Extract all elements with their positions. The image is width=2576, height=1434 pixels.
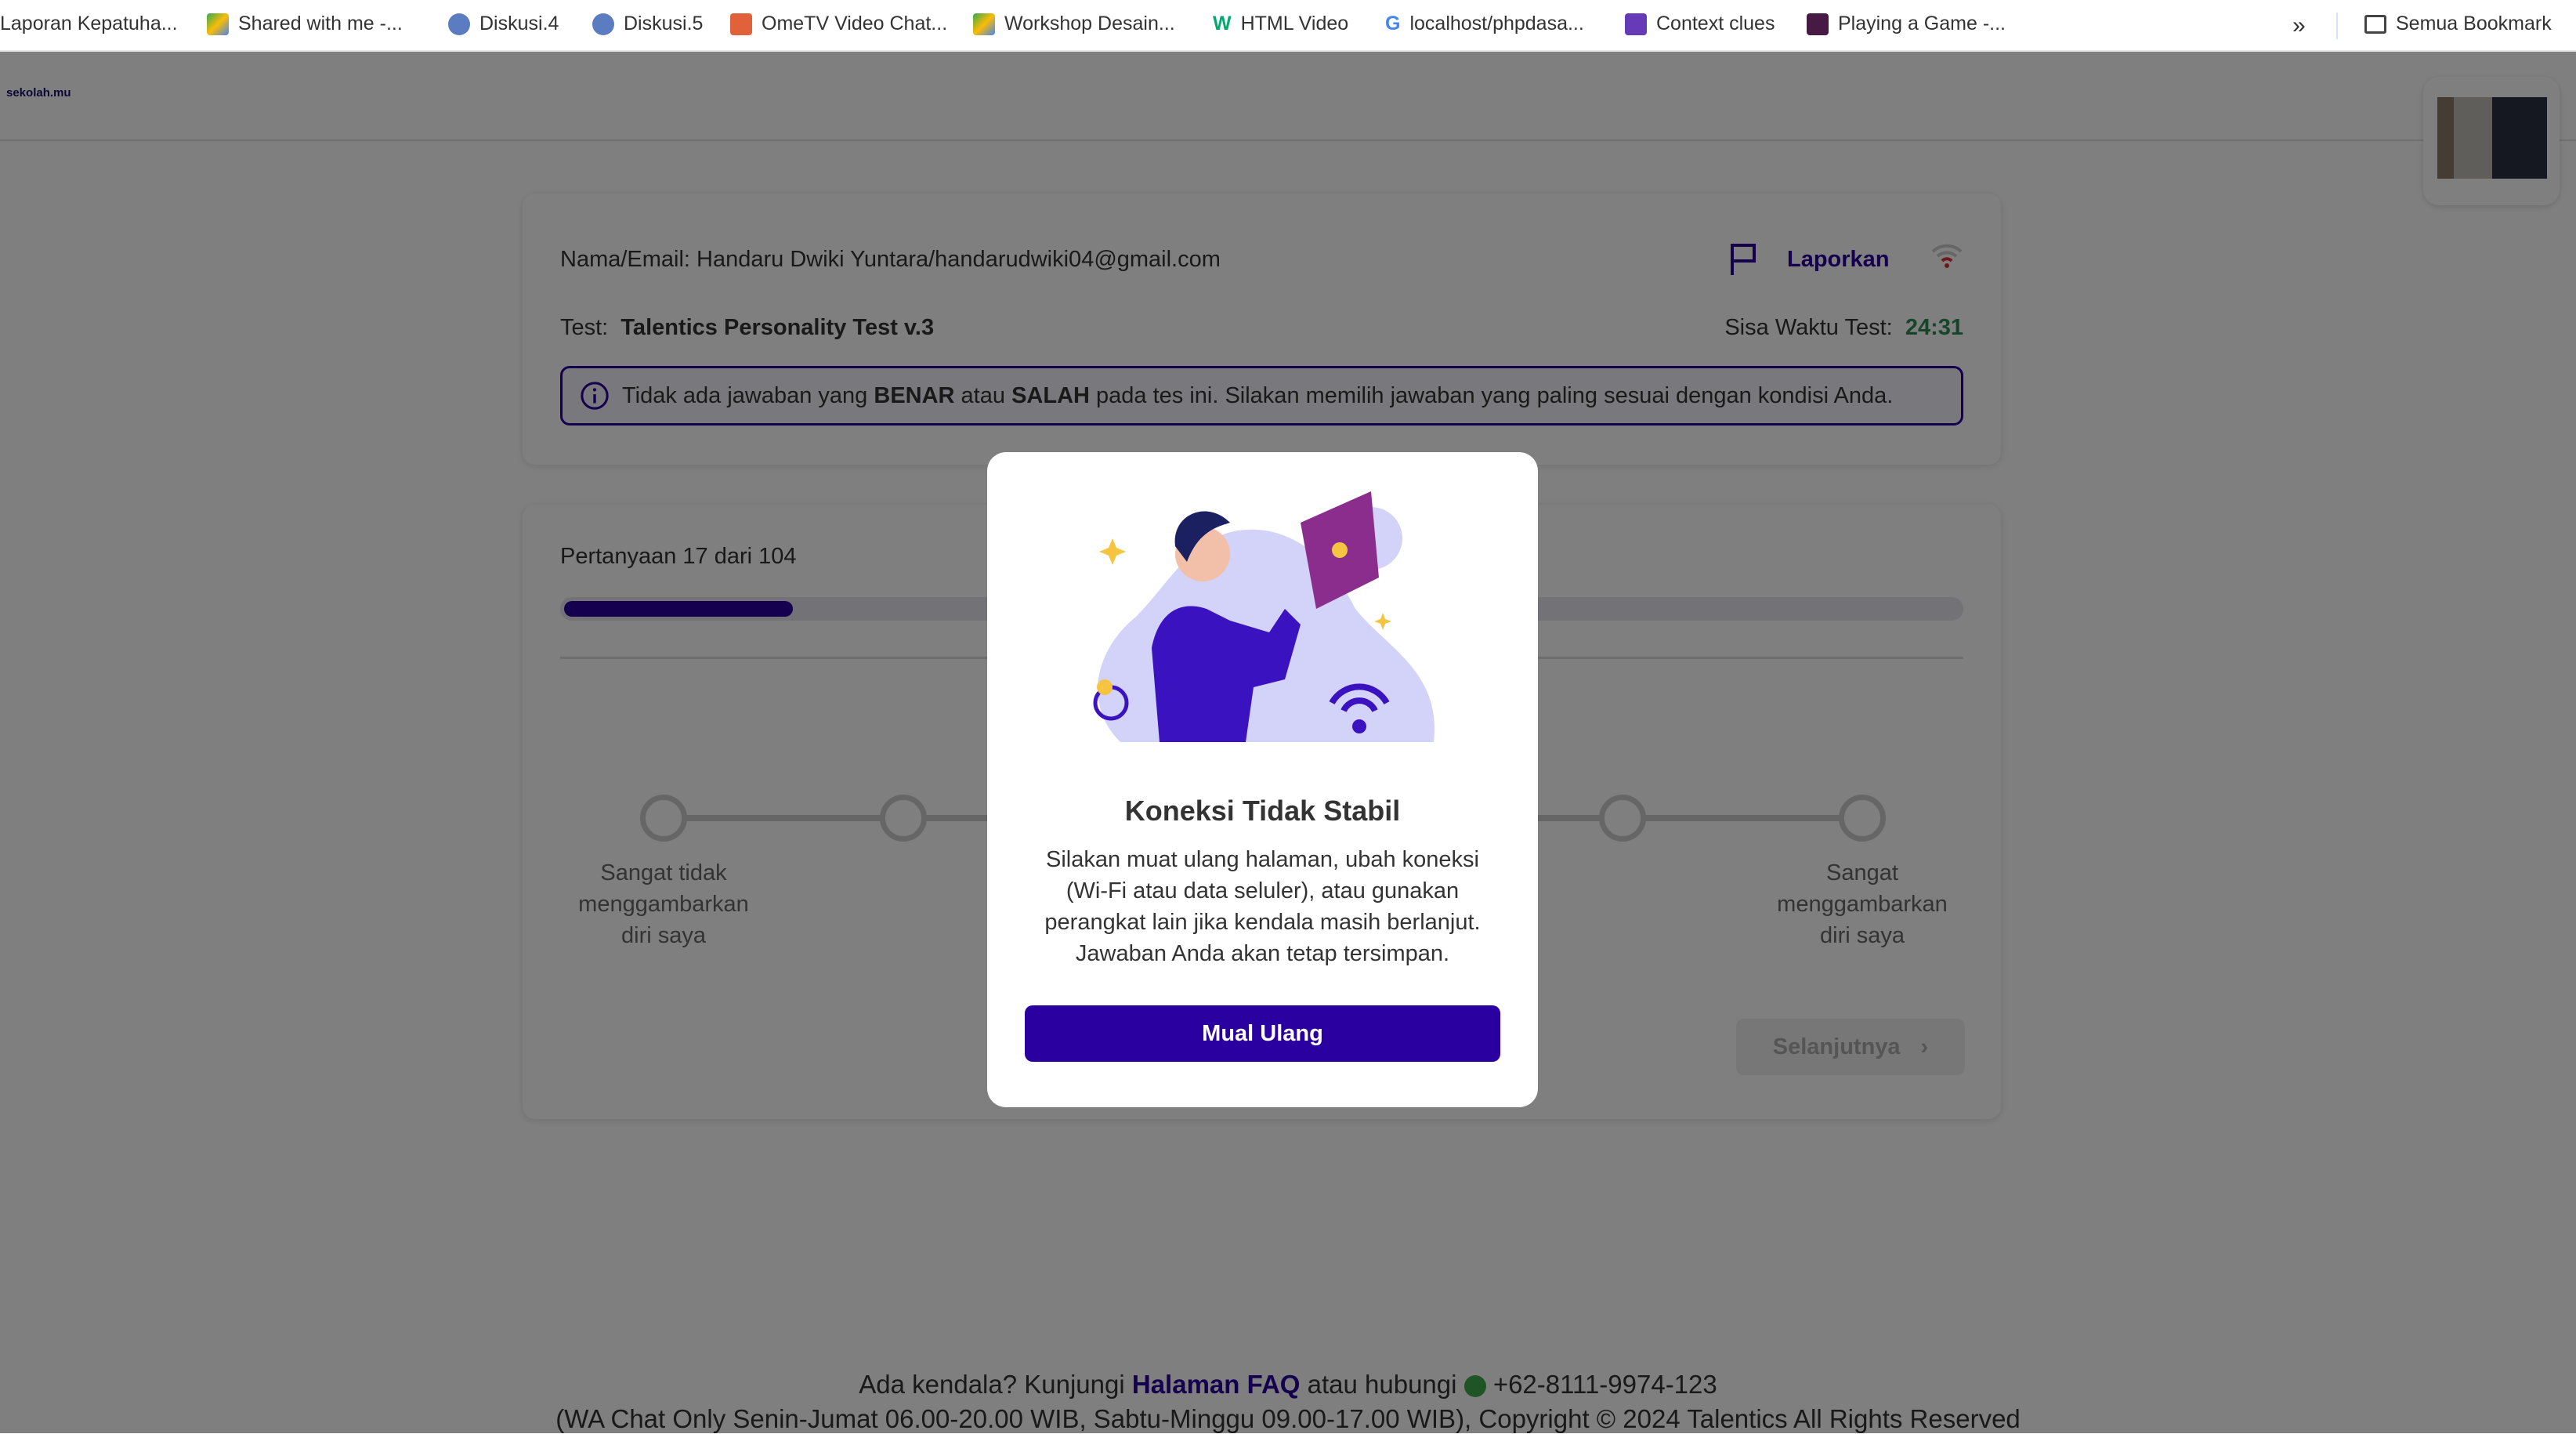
bookmark-6[interactable]: W HTML Video (1213, 13, 1348, 35)
bookmark-label: Shared with me -... (238, 13, 403, 34)
connection-illustration (1093, 491, 1435, 742)
w3schools-icon: W (1213, 13, 1232, 34)
divider (2336, 13, 2338, 39)
bookmark-7[interactable]: Glocalhost/phpdasa... (1385, 13, 1584, 35)
bookmark-0[interactable]: Laporan Kepatuha... (0, 13, 178, 35)
more-bookmarks-button[interactable]: » (2292, 13, 2306, 39)
google-forms-icon (1625, 13, 1647, 35)
reload-button[interactable]: Mual Ulang (1025, 1005, 1500, 1062)
bookmark-label: Diskusi.5 (624, 13, 704, 34)
bookmark-3[interactable]: Diskusi.5 (592, 13, 703, 35)
bookmark-4[interactable]: OmeTV Video Chat... (730, 13, 947, 35)
chevrons-right-icon: » (2292, 13, 2306, 38)
google-icon: G (1385, 13, 1401, 34)
bookmark-label: HTML Video (1240, 13, 1349, 34)
bookmark-2[interactable]: Diskusi.4 (448, 13, 559, 35)
quizizz-icon (1807, 13, 1829, 35)
moodle-icon (448, 13, 470, 35)
folder-icon (2364, 14, 2386, 34)
bookmark-label: Context clues (1656, 13, 1775, 34)
all-bookmarks-label: Semua Bookmark (2396, 13, 2552, 34)
google-drive-icon (973, 13, 995, 35)
google-drive-icon (207, 13, 229, 35)
bookmark-9[interactable]: Playing a Game -... (1807, 13, 2006, 35)
ometv-icon (730, 13, 752, 35)
all-bookmarks-button[interactable]: Semua Bookmark (2364, 13, 2552, 35)
bookmark-label: OmeTV Video Chat... (762, 13, 948, 34)
bookmark-label: localhost/phpdasa... (1409, 13, 1584, 34)
bookmark-label: Playing a Game -... (1838, 13, 2006, 34)
modal-body: Silakan muat ulang halaman, ubah koneksi… (1044, 847, 1481, 966)
bookmark-label: Workshop Desain... (1004, 13, 1175, 34)
bookmark-label: Diskusi.4 (479, 13, 559, 34)
connection-unstable-modal: Koneksi Tidak Stabil Silakan muat ulang … (987, 452, 1538, 1107)
moodle-icon (592, 13, 614, 35)
bookmark-8[interactable]: Context clues (1625, 13, 1775, 35)
bookmarks-bar: Laporan Kepatuha... Shared with me -... … (0, 0, 2576, 52)
bookmark-1[interactable]: Shared with me -... (207, 13, 403, 35)
bookmark-label: Laporan Kepatuha... (0, 13, 178, 34)
bookmark-5[interactable]: Workshop Desain... (973, 13, 1175, 35)
modal-title: Koneksi Tidak Stabil (1124, 795, 1401, 827)
